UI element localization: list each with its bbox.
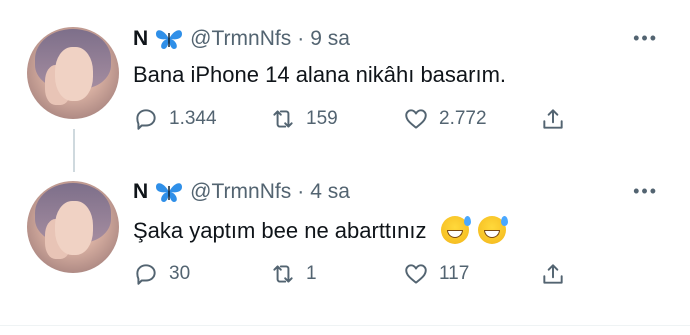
separator: · — [297, 27, 305, 50]
heart-icon — [405, 264, 427, 284]
reply-count: 30 — [169, 263, 191, 284]
tweet-text-row: Şaka yaptım bee ne abarttınız — [133, 216, 508, 244]
retweet-button[interactable]: 1 — [270, 261, 403, 287]
reply-count: 1.344 — [169, 108, 217, 129]
tweet-actions: 30 1 117 — [133, 261, 578, 287]
tweet-header: N @TrmnNfs · 9 sa — [133, 27, 350, 51]
more-icon[interactable]: ••• — [633, 181, 658, 202]
reply-button[interactable]: 1.344 — [133, 106, 270, 132]
avatar[interactable] — [27, 27, 119, 119]
user-handle[interactable]: @TrmnNfs — [190, 180, 291, 204]
butterfly-icon — [156, 183, 183, 202]
timestamp[interactable]: 4 sa — [310, 180, 350, 204]
user-handle[interactable]: @TrmnNfs — [190, 27, 291, 51]
timestamp[interactable]: 9 sa — [310, 27, 350, 51]
share-icon — [543, 264, 563, 284]
retweet-icon — [273, 110, 293, 128]
display-name[interactable]: N — [133, 27, 148, 51]
like-count: 2.772 — [439, 108, 487, 129]
separator: · — [297, 180, 305, 203]
retweet-count: 1 — [306, 263, 317, 284]
share-button[interactable] — [540, 261, 566, 287]
reply-button[interactable]: 30 — [133, 261, 270, 287]
tweet-text: Şaka yaptım bee ne abarttınız — [133, 218, 427, 243]
tweet-text: Bana iPhone 14 alana nikâhı basarım. — [133, 62, 507, 87]
like-button[interactable]: 117 — [403, 261, 540, 287]
divider — [0, 325, 690, 326]
display-name[interactable]: N — [133, 180, 148, 204]
retweet-icon — [273, 265, 293, 283]
tweet-actions: 1.344 159 2.772 — [133, 106, 578, 132]
butterfly-icon — [156, 30, 183, 49]
like-button[interactable]: 2.772 — [403, 106, 540, 132]
reply-icon — [136, 264, 156, 285]
share-icon — [543, 109, 563, 129]
more-icon[interactable]: ••• — [633, 28, 658, 49]
reply-icon — [136, 109, 156, 130]
thread-line — [73, 129, 75, 172]
heart-icon — [405, 109, 427, 129]
retweet-button[interactable]: 159 — [270, 106, 403, 132]
grinning-face-with-sweat-icon — [440, 216, 471, 244]
share-button[interactable] — [540, 106, 566, 132]
retweet-count: 159 — [306, 108, 338, 129]
grinning-face-with-sweat-icon — [477, 216, 508, 244]
avatar[interactable] — [27, 181, 119, 273]
tweet-header: N @TrmnNfs · 4 sa — [133, 180, 350, 204]
like-count: 117 — [439, 263, 470, 284]
